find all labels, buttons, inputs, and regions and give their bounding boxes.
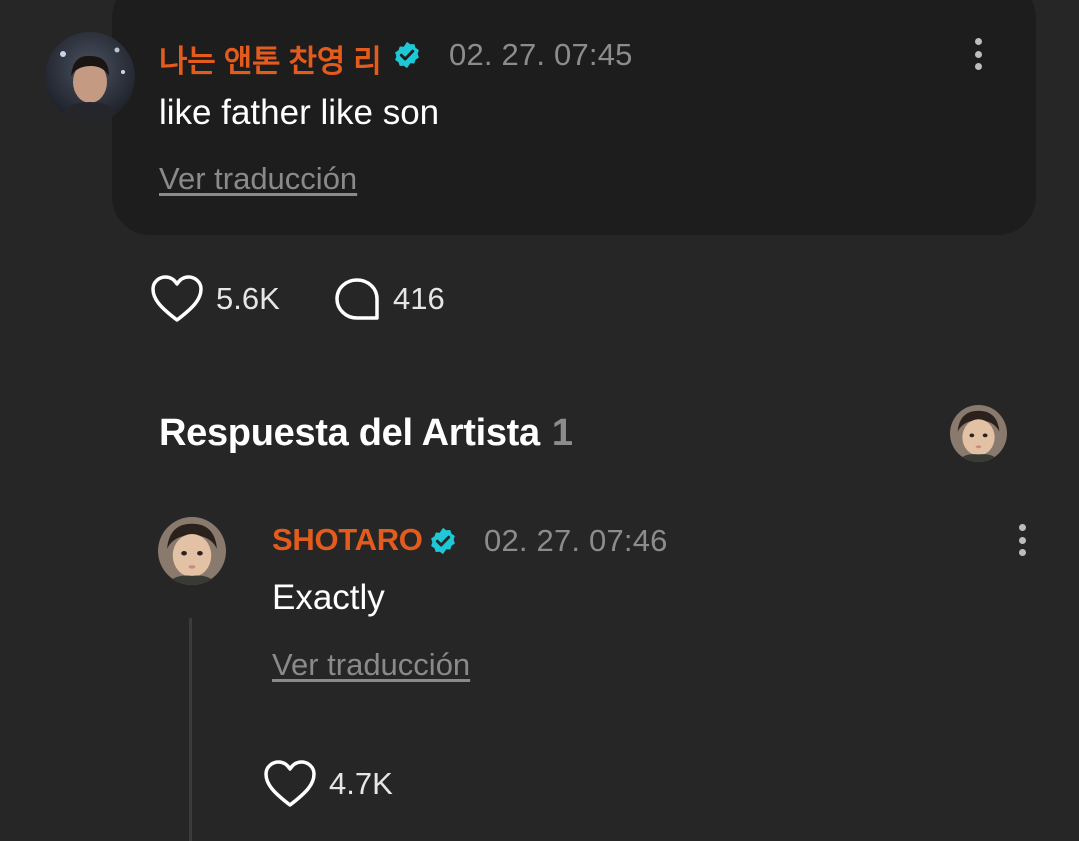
speech-bubble-icon (335, 278, 379, 320)
reply-like-button[interactable]: 4.7K (263, 759, 393, 809)
reply-text: Exactly (272, 578, 385, 617)
heart-icon (151, 275, 203, 322)
artist-name[interactable]: SHOTARO (272, 522, 423, 558)
verified-badge-icon (431, 527, 455, 555)
reply-translate-link[interactable]: Ver traducción (272, 647, 470, 683)
reply-like-count: 4.7K (329, 766, 393, 801)
artist-avatar[interactable] (158, 517, 226, 585)
thread-connector-line (189, 618, 192, 841)
comment-like-button[interactable]: 5.6K (150, 274, 280, 324)
comment-like-count: 5.6K (216, 281, 280, 316)
commenter-name[interactable]: 나는 앤톤 찬영 리 (159, 36, 382, 81)
artist-reply-count: 1 (551, 412, 573, 454)
comment-reply-button[interactable]: 416 (333, 276, 445, 322)
heart-icon (264, 760, 316, 807)
reply-more-options-icon[interactable] (1012, 520, 1032, 560)
commenter-avatar[interactable] (45, 32, 135, 122)
comment-translate-link[interactable]: Ver traducción (159, 161, 357, 197)
artist-reply-title: Respuesta del Artista (159, 412, 540, 454)
verified-badge-icon (395, 41, 419, 69)
comment-more-options-icon[interactable] (968, 34, 988, 74)
artist-reply-heading: Respuesta del Artista 1 (159, 412, 573, 455)
comment-text: like father like son (159, 93, 440, 132)
artist-small-avatar[interactable] (950, 405, 1007, 462)
reply-timestamp: 02. 27. 07:46 (484, 523, 668, 558)
comment-reply-count: 416 (393, 281, 445, 316)
comment-timestamp: 02. 27. 07:45 (449, 37, 633, 72)
